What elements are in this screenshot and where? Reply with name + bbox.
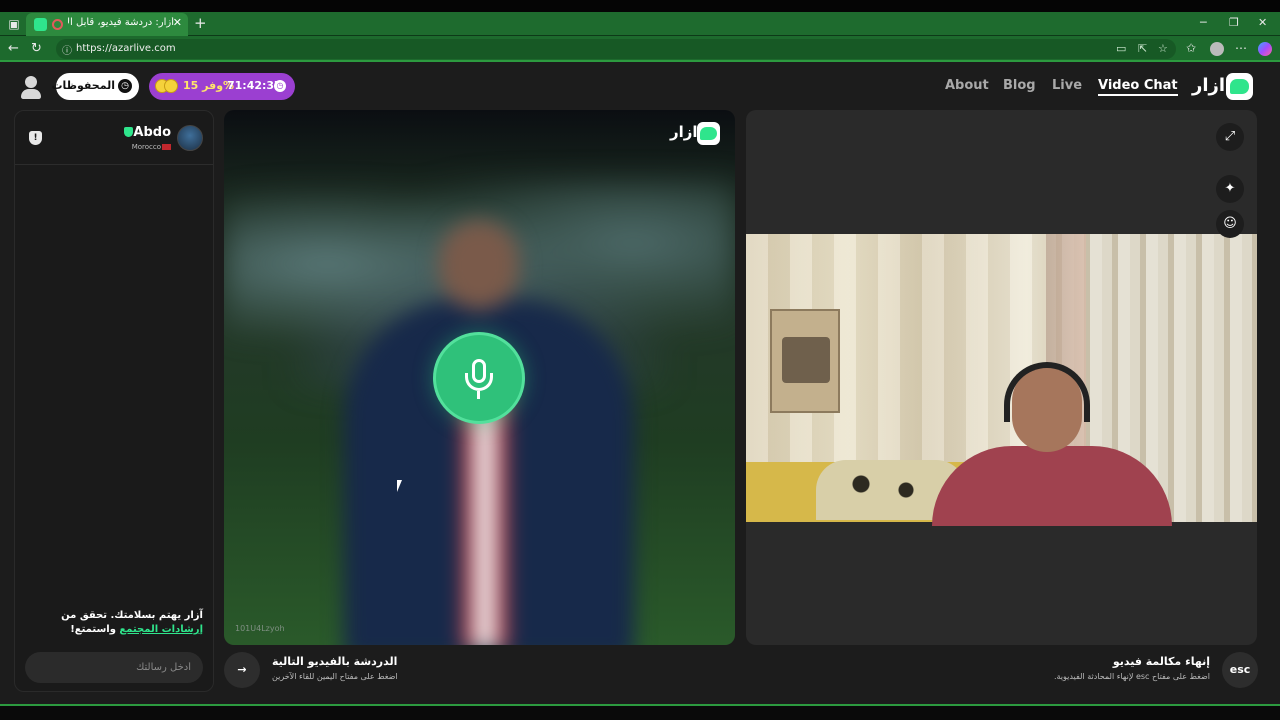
browser-tab[interactable]: أزار: دردشة فيديو، قابل الأصدقاء ✕ xyxy=(26,13,188,36)
minimize-icon[interactable]: ─ xyxy=(1200,16,1207,29)
more-menu-icon[interactable]: ⋯ xyxy=(1235,41,1247,55)
message-input[interactable] xyxy=(25,652,203,683)
reload-icon[interactable]: ↻ xyxy=(31,41,42,56)
esc-button[interactable]: esc xyxy=(1222,652,1258,688)
url-text: https://azarlive.com xyxy=(76,43,176,54)
user-avatar-button[interactable] xyxy=(18,74,44,100)
self-camera-feed xyxy=(746,234,1257,526)
saved-history-button[interactable]: المحفوظات ◷ xyxy=(51,73,139,100)
next-subtitle: اضغط على مفتاح اليمين للقاء الآخرين xyxy=(272,672,398,681)
partner-name: Abdo xyxy=(133,125,171,140)
back-icon[interactable]: ← xyxy=(8,41,19,56)
share-icon[interactable]: ⇱ xyxy=(1138,42,1147,55)
effects-sparkle-icon[interactable]: ✦ xyxy=(1216,175,1244,203)
clock-icon: ◷ xyxy=(118,79,132,93)
coins-icon xyxy=(155,79,181,93)
video-brand-logo: ازار xyxy=(670,122,722,146)
nav-live[interactable]: Live xyxy=(1052,78,1082,93)
screen-bottom-strip xyxy=(0,704,1280,720)
promo-button[interactable]: وفر 15% 71:42:37 ◷ xyxy=(149,73,295,100)
partner-video: ازار 101U4Lzyoh xyxy=(224,110,735,645)
timer-clock-icon: ◷ xyxy=(274,80,286,92)
new-tab-icon[interactable]: + xyxy=(194,14,207,32)
self-video-panel xyxy=(746,110,1257,645)
chat-header: ! Abdo Morocco xyxy=(15,111,213,165)
nav-video-chat[interactable]: Video Chat xyxy=(1098,78,1178,96)
screen-top-strip xyxy=(0,0,1280,12)
azar-logo-icon xyxy=(697,122,720,145)
report-shield-icon[interactable]: ! xyxy=(29,131,42,145)
azar-favicon-icon xyxy=(34,18,47,31)
tab-actions-icon[interactable]: ▣ xyxy=(5,16,23,32)
site-info-icon[interactable]: ⓘ xyxy=(62,42,72,57)
browser-tabbar: ▣ أزار: دردشة فيديو، قابل الأصدقاء ✕ + ─… xyxy=(0,0,1280,36)
page: المحفوظات ◷ وفر 15% 71:42:37 ◷ About Blo… xyxy=(0,62,1280,706)
browser-addressbar: ← ↻ ⓘ https://azarlive.com ▭ ⇱ ☆ ✩ ⋯ xyxy=(0,36,1280,62)
profile-icon[interactable] xyxy=(1210,42,1224,56)
end-title: إنهاء مكالمة فيديو xyxy=(1112,655,1210,668)
video-watermark: 101U4Lzyoh xyxy=(235,624,285,633)
partner-avatar[interactable] xyxy=(177,125,203,151)
nav-blog[interactable]: Blog xyxy=(1003,78,1036,93)
maximize-icon[interactable]: ❐ xyxy=(1229,16,1239,29)
community-guidelines-link[interactable]: إرشادات المجتمع xyxy=(119,624,203,635)
expand-icon[interactable]: ⤢ xyxy=(1216,123,1244,151)
next-arrow-icon[interactable]: → xyxy=(224,652,260,688)
user-icon xyxy=(25,76,37,88)
verified-badge-icon xyxy=(124,127,133,137)
blurred-partner-image xyxy=(344,220,644,645)
copilot-icon[interactable] xyxy=(1258,42,1272,56)
safety-notice: آزار يهتم بسلامتك. تحقق من إرشادات المجت… xyxy=(61,610,203,635)
end-video-call-control[interactable]: إنهاء مكالمة فيديو اضغط على مفتاح esc لإ… xyxy=(1054,652,1258,692)
recording-icon xyxy=(52,19,63,30)
cast-icon[interactable]: ▭ xyxy=(1116,42,1126,55)
favorites-icon[interactable]: ✩ xyxy=(1186,41,1196,55)
microphone-icon[interactable] xyxy=(433,332,525,424)
close-tab-icon[interactable]: ✕ xyxy=(173,16,182,29)
morocco-flag-icon xyxy=(162,144,171,150)
favorite-star-icon[interactable]: ☆ xyxy=(1158,42,1168,55)
close-window-icon[interactable]: ✕ xyxy=(1258,16,1267,29)
nav-about[interactable]: About xyxy=(945,78,989,93)
saved-label: المحفوظات xyxy=(51,79,115,92)
chat-panel: ! Abdo Morocco آزار يهتم بسلامتك. تحقق م… xyxy=(14,110,214,692)
mouse-cursor-icon xyxy=(397,480,407,492)
next-video-chat-control[interactable]: → الدردشة بالفيديو التالية اضغط على مفتا… xyxy=(224,652,424,692)
face-filter-icon[interactable]: ☺ xyxy=(1216,210,1244,238)
brand-logo[interactable]: ازار xyxy=(1192,73,1254,101)
azar-logo-icon xyxy=(1226,73,1253,100)
partner-country: Morocco xyxy=(131,143,161,151)
end-subtitle: اضغط على مفتاح esc لإنهاء المحادثة الفيد… xyxy=(1053,672,1210,681)
next-title: الدردشة بالفيديو التالية xyxy=(272,655,398,668)
brand-name: ازار xyxy=(1192,75,1226,96)
url-field[interactable]: ⓘ https://azarlive.com ▭ ⇱ ☆ xyxy=(56,39,1176,59)
tab-title: أزار: دردشة فيديو، قابل الأصدقاء xyxy=(68,17,174,28)
